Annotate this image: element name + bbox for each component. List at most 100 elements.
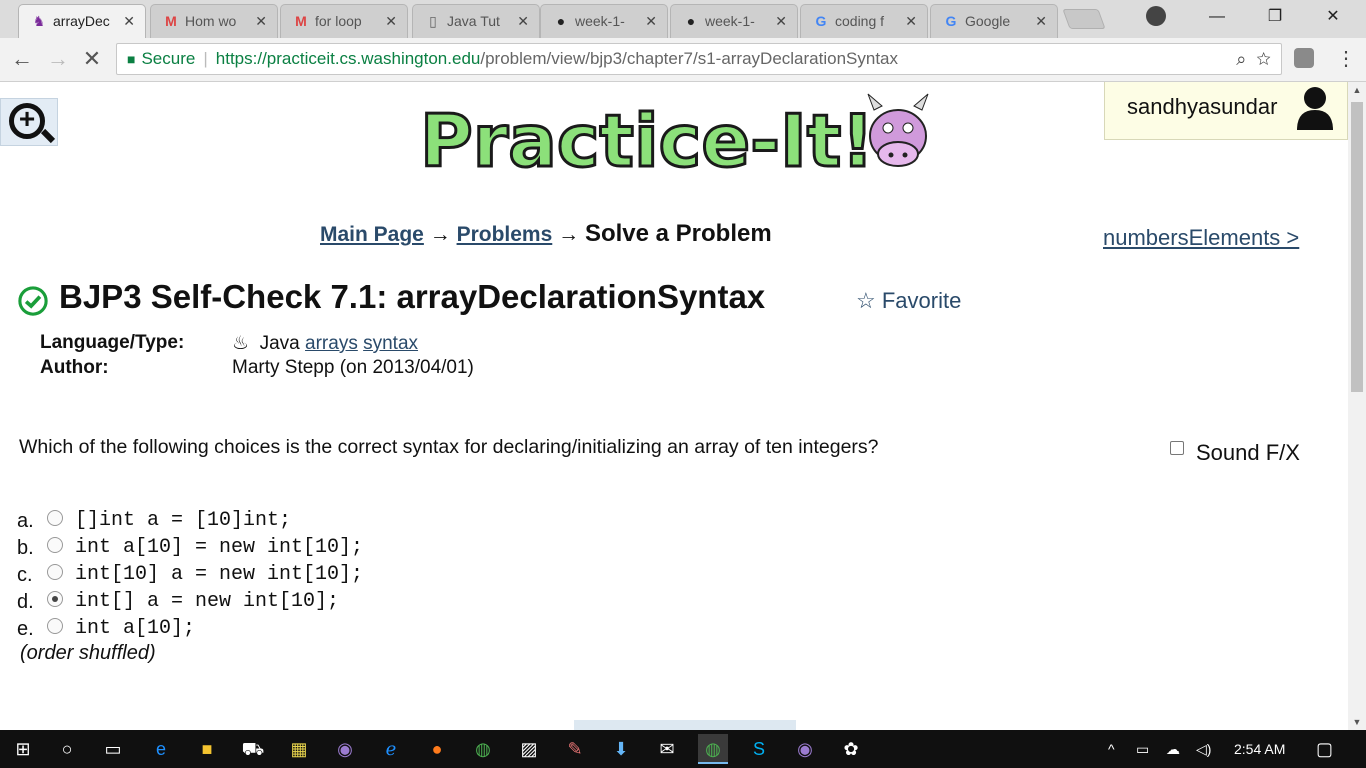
google-icon: G	[815, 13, 827, 29]
scroll-down-icon[interactable]: ▼	[1348, 714, 1366, 730]
tray-chevron-icon[interactable]: ^	[1108, 730, 1115, 768]
sound-fx-checkbox[interactable]	[1170, 441, 1184, 455]
choice-radio[interactable]	[47, 510, 63, 526]
question-text: Which of the following choices is the co…	[19, 436, 879, 458]
stop-icon[interactable]: ✕	[80, 48, 104, 72]
close-icon[interactable]: ✕	[385, 13, 397, 30]
favorite-button[interactable]: ☆ Favorite	[856, 288, 961, 314]
tag-arrays[interactable]: arrays	[305, 333, 358, 354]
user-box: sandhyasundar	[1104, 82, 1348, 140]
tab-gmail-2[interactable]: M for loop ✕	[280, 4, 408, 38]
mail-icon[interactable]: ✉	[652, 734, 682, 764]
tab-strip: ♞ arrayDec ✕ M Hom wo ✕ M for loop ✕ ▯ J…	[0, 0, 1366, 38]
author-value: Marty Stepp (on 2013/04/01)	[232, 357, 474, 378]
tab-java-tut[interactable]: ▯ Java Tut ✕	[412, 4, 540, 38]
battery-icon[interactable]: ▭	[1136, 730, 1149, 768]
zoom-in-button[interactable]: +	[0, 98, 58, 146]
zoom-icon[interactable]: ⌕	[1236, 49, 1246, 69]
breadcrumb: Main Page → Problems → Solve a Problem	[320, 220, 772, 248]
zoom-handle	[40, 128, 56, 144]
windows-start-icon[interactable]: ⊞	[8, 734, 38, 764]
tab-google-1[interactable]: G coding f ✕	[800, 4, 928, 38]
app-grid-icon[interactable]: ▦	[284, 734, 314, 764]
close-icon[interactable]: ✕	[1035, 13, 1047, 30]
breadcrumb-arrow: →	[558, 223, 580, 246]
clock[interactable]: 2:54 AM	[1234, 730, 1285, 768]
choice-code: int[] a = new int[10];	[75, 590, 340, 613]
breadcrumb-problems[interactable]: Problems	[457, 223, 553, 246]
close-icon[interactable]: ✕	[123, 13, 135, 30]
edge-icon[interactable]: e	[146, 734, 176, 764]
tab-label: week-1-	[575, 13, 625, 29]
breadcrumb-arrow: →	[429, 223, 451, 246]
close-icon[interactable]: ✕	[775, 13, 787, 30]
choice-radio[interactable]	[47, 618, 63, 634]
installer-icon[interactable]: ⬇	[606, 734, 636, 764]
choice-radio[interactable]	[47, 564, 63, 580]
url-path: /problem/view/bjp3/chapter7/s1-arrayDecl…	[480, 49, 899, 68]
problem-title: BJP3 Self-Check 7.1: arrayDeclarationSyn…	[59, 278, 766, 315]
author-label: Author:	[40, 357, 109, 378]
search-icon[interactable]: ○	[52, 734, 82, 764]
star-icon: ☆	[856, 288, 876, 313]
scroll-up-icon[interactable]: ▲	[1348, 82, 1366, 98]
choice-radio[interactable]	[47, 537, 63, 553]
choice-code: int[10] a = new int[10];	[75, 563, 364, 586]
eclipse-2-icon[interactable]: ◉	[790, 734, 820, 764]
photos-icon[interactable]: ▨	[514, 734, 544, 764]
breadcrumb-current: Solve a Problem	[584, 220, 772, 247]
maximize-icon[interactable]: ❐	[1252, 0, 1298, 34]
paint-palette-icon[interactable]: ✿	[836, 734, 866, 764]
language-label: Language/Type:	[40, 332, 185, 353]
tag-syntax[interactable]: syntax	[363, 333, 418, 354]
eclipse-icon[interactable]: ◉	[330, 734, 360, 764]
chrome-active-icon[interactable]: ◍	[698, 734, 728, 764]
task-view-icon[interactable]: ▭	[98, 734, 128, 764]
close-icon[interactable]: ✕	[645, 13, 657, 30]
lock-icon: ■	[127, 51, 136, 67]
tab-github-2[interactable]: ● week-1- ✕	[670, 4, 798, 38]
tab-gmail-1[interactable]: M Hom wo ✕	[150, 4, 278, 38]
tab-github-1[interactable]: ● week-1- ✕	[540, 4, 668, 38]
choice-letter: d.	[17, 591, 34, 613]
bookmark-star-icon[interactable]: ☆	[1256, 49, 1271, 69]
skype-icon[interactable]: S	[744, 734, 774, 764]
tab-label: Google	[965, 13, 1011, 29]
user-icon[interactable]	[1295, 86, 1335, 130]
close-window-icon[interactable]: ✕	[1310, 0, 1356, 34]
minimize-icon[interactable]: —	[1194, 0, 1240, 34]
store-icon[interactable]: ⛟	[238, 734, 268, 764]
new-tab-button[interactable]	[1062, 9, 1106, 29]
sound-fx-toggle[interactable]: Sound F/X	[1170, 440, 1300, 466]
volume-icon[interactable]: ◁)	[1196, 730, 1211, 768]
choice-letter: a.	[17, 510, 34, 532]
browser-toolbar: ← → ✕ ■ Secure | https://practiceit.cs.wash…	[0, 38, 1366, 82]
github-icon: ●	[686, 13, 696, 29]
choice-radio-selected[interactable]	[47, 591, 63, 607]
file-explorer-icon[interactable]: ■	[192, 734, 222, 764]
zoom-in-icon: +	[9, 103, 45, 139]
menu-icon[interactable]: ⋮	[1336, 46, 1356, 71]
page-content: + Practice-It! sandhyasundar Main Page →…	[0, 82, 1348, 730]
profile-icon[interactable]	[1146, 6, 1166, 26]
firefox-icon[interactable]: ●	[422, 734, 452, 764]
close-icon[interactable]: ✕	[255, 13, 267, 30]
next-problem-link[interactable]: numbersElements >	[1103, 225, 1299, 251]
scroll-thumb[interactable]	[1351, 102, 1363, 392]
close-icon[interactable]: ✕	[905, 13, 917, 30]
internet-explorer-icon[interactable]: ℯ	[376, 734, 406, 764]
forward-icon[interactable]: →	[46, 48, 70, 72]
chrome-icon[interactable]: ◍	[468, 734, 498, 764]
back-icon[interactable]: ←	[10, 48, 34, 72]
notifications-icon[interactable]: ▢	[1316, 730, 1333, 768]
page-scrollbar[interactable]: ▲ ▼	[1348, 82, 1366, 730]
tab-google-2[interactable]: G Google ✕	[930, 4, 1058, 38]
address-bar[interactable]: ■ Secure | https://practiceit.cs.washington…	[116, 43, 1282, 75]
paint-icon[interactable]: ✎	[560, 734, 590, 764]
user-name[interactable]: sandhyasundar	[1127, 94, 1277, 120]
close-icon[interactable]: ✕	[517, 13, 529, 30]
breadcrumb-main-page[interactable]: Main Page	[320, 223, 424, 246]
network-icon[interactable]: ☁	[1166, 730, 1180, 768]
extension-icon[interactable]	[1294, 48, 1314, 68]
tab-arraydec[interactable]: ♞ arrayDec ✕	[18, 4, 146, 38]
